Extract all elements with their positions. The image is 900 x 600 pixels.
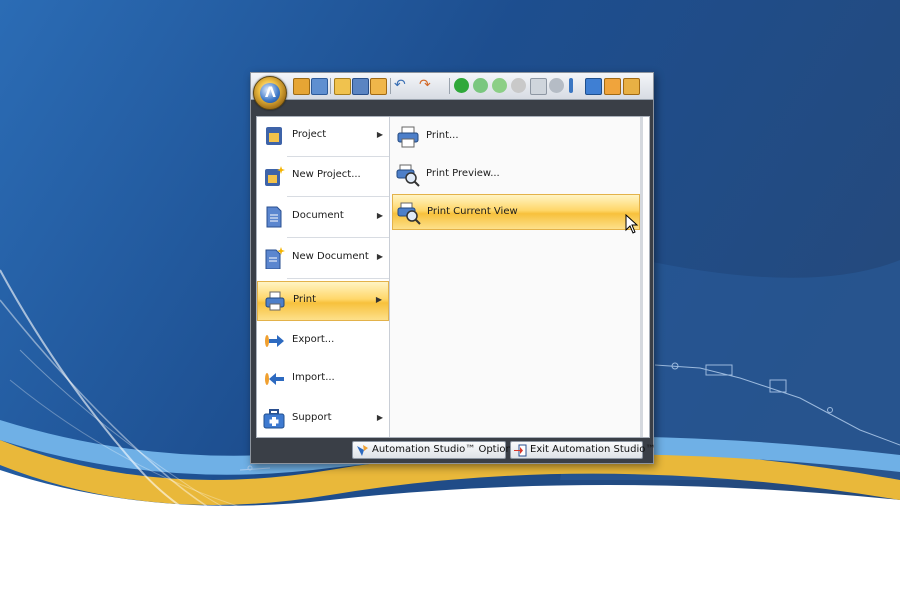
exit-button[interactable]: Exit Automation Studio™ bbox=[510, 441, 655, 459]
menu-item-new-project[interactable]: New Project... bbox=[257, 157, 389, 197]
printer-icon bbox=[265, 291, 285, 311]
undo-icon[interactable]: ↶ bbox=[394, 78, 409, 93]
exit-button-label: Exit Automation Studio™ bbox=[530, 444, 656, 455]
menu-item-import[interactable]: Import... bbox=[257, 360, 389, 400]
list-icon[interactable] bbox=[585, 78, 602, 95]
document-icon bbox=[266, 206, 282, 228]
divider bbox=[287, 278, 389, 279]
application-menu-window: ↶ ↷ Project ▶ New Project... bbox=[250, 72, 655, 464]
mouse-cursor-icon bbox=[625, 214, 639, 234]
chevron-right-icon: ▶ bbox=[376, 130, 383, 139]
toolbar-separator bbox=[330, 78, 331, 94]
export-arrow-icon bbox=[265, 335, 284, 347]
menu-item-new-document[interactable]: New Document ▶ bbox=[257, 239, 389, 279]
toolbar-separator bbox=[390, 78, 391, 94]
menu-footer: Automation Studio™ Options Exit Automati… bbox=[251, 438, 655, 463]
menu-item-export[interactable]: Export... bbox=[257, 322, 389, 362]
slow-motion-icon[interactable] bbox=[511, 78, 526, 93]
menu-item-label: Project bbox=[292, 129, 327, 140]
monitor-icon[interactable] bbox=[530, 78, 547, 95]
options-button-label: Automation Studio™ Options bbox=[372, 444, 518, 455]
close-file-icon[interactable] bbox=[370, 78, 387, 95]
stop-icon[interactable] bbox=[549, 78, 564, 93]
menu-item-label: Document bbox=[292, 210, 344, 221]
submenu-item-print-preview[interactable]: Print Preview... bbox=[392, 157, 640, 193]
chevron-right-icon: ▶ bbox=[376, 252, 383, 261]
menu-item-label: Support bbox=[292, 412, 332, 423]
quick-access-toolbar: ↶ ↷ bbox=[251, 73, 653, 100]
menu-item-label: New Project... bbox=[292, 169, 361, 180]
divider bbox=[287, 237, 389, 238]
exit-icon bbox=[514, 444, 527, 457]
redo-icon[interactable]: ↷ bbox=[419, 78, 434, 93]
chevron-right-icon: ▶ bbox=[375, 295, 382, 304]
menu-item-label: Export... bbox=[292, 334, 335, 345]
measure-icon[interactable] bbox=[569, 78, 573, 93]
menu-item-label: Import... bbox=[292, 372, 335, 383]
edit-icon[interactable] bbox=[623, 78, 640, 95]
submenu-item-label: Print Current View bbox=[427, 206, 518, 217]
open-icon[interactable] bbox=[293, 78, 310, 95]
menu-item-label: Print bbox=[293, 294, 317, 305]
submenu-item-label: Print... bbox=[426, 130, 459, 141]
application-orb-button[interactable] bbox=[253, 76, 287, 110]
print-submenu: Print... Print Preview... Print Current … bbox=[390, 117, 643, 437]
submenu-item-label: Print Preview... bbox=[426, 168, 500, 179]
menu-item-print[interactable]: Print ▶ bbox=[257, 281, 389, 321]
options-button[interactable]: Automation Studio™ Options bbox=[352, 441, 517, 459]
menu-item-project[interactable]: Project ▶ bbox=[257, 117, 389, 157]
menu-item-support[interactable]: Support ▶ bbox=[257, 400, 389, 440]
menu-item-label: New Document bbox=[292, 251, 369, 262]
support-kit-icon bbox=[263, 409, 285, 429]
logo-icon bbox=[260, 83, 280, 103]
print-preview-icon bbox=[396, 164, 420, 187]
divider bbox=[287, 196, 389, 197]
submenu-scrollbar[interactable] bbox=[640, 117, 643, 437]
settings-icon[interactable] bbox=[311, 78, 328, 95]
save-icon[interactable] bbox=[352, 78, 369, 95]
submenu-item-print[interactable]: Print... bbox=[392, 119, 640, 155]
chevron-right-icon: ▶ bbox=[376, 211, 383, 220]
toolbar-separator bbox=[449, 78, 450, 94]
chevron-right-icon: ▶ bbox=[376, 413, 383, 422]
folder-open-icon[interactable] bbox=[334, 78, 351, 95]
new-document-icon bbox=[265, 247, 285, 269]
new-project-icon bbox=[265, 166, 285, 186]
import-arrow-icon bbox=[265, 373, 284, 385]
menu-item-document[interactable]: Document ▶ bbox=[257, 198, 389, 238]
print-current-view-icon bbox=[397, 202, 421, 225]
image-icon[interactable] bbox=[604, 78, 621, 95]
run-icon[interactable] bbox=[454, 78, 469, 93]
pause-icon[interactable] bbox=[492, 78, 507, 93]
menu-left-column: Project ▶ New Project... Document ▶ New … bbox=[257, 117, 390, 437]
project-icon bbox=[266, 127, 282, 145]
step-icon[interactable] bbox=[473, 78, 488, 93]
options-icon bbox=[357, 445, 368, 456]
application-menu: Project ▶ New Project... Document ▶ New … bbox=[256, 116, 650, 438]
print-icon bbox=[397, 126, 419, 148]
submenu-item-print-current-view[interactable]: Print Current View bbox=[392, 194, 640, 230]
